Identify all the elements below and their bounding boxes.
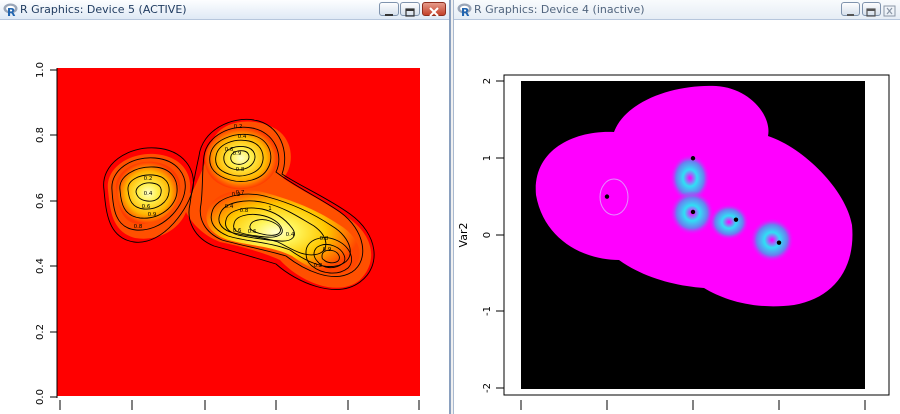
graphics-window-device-5[interactable]: R R Graphics: Device 5 (ACTIVE) 0.0 0.2 … — [0, 0, 451, 414]
contour-label: 0.9 — [148, 212, 157, 218]
r-logo-icon: R — [3, 3, 18, 17]
contour-label: 1 — [268, 206, 272, 212]
minimize-icon — [385, 14, 393, 16]
y-tick-label: 0.2 — [35, 324, 46, 340]
contour-label: 0.4 — [286, 232, 295, 238]
y-axis-label: Var2 — [457, 223, 470, 248]
contour-label: 0.6 — [248, 229, 257, 235]
contour-label: 0.8 — [134, 224, 143, 230]
contour-label: 0.2 — [314, 263, 323, 269]
y-tick-label: 0.8 — [35, 127, 46, 143]
y-tick-label: 1.0 — [35, 62, 46, 78]
minimize-button[interactable] — [379, 2, 399, 16]
y-tick-label: -1 — [482, 306, 493, 316]
contour-label: 0.8 — [320, 236, 329, 242]
y-tick-label: 0.0 — [35, 389, 46, 405]
maximize-button[interactable] — [400, 2, 420, 17]
data-point — [733, 217, 739, 222]
window-title: R Graphics: Device 4 (inactive) — [474, 3, 645, 16]
title-bar[interactable]: R R Graphics: Device 4 (inactive) — [454, 0, 900, 20]
close-icon — [429, 7, 439, 17]
data-point — [604, 194, 610, 199]
contour-label: 0.9 — [233, 151, 242, 157]
data-point — [690, 209, 696, 215]
data-point — [776, 240, 782, 245]
maximize-icon — [405, 8, 415, 17]
contour-plot: 0.0 0.2 0.4 0.6 0.8 1.0 0.2 0.4 0.6 0.8 … — [35, 62, 420, 410]
svg-text:R: R — [461, 6, 470, 17]
y-axis-ticks — [496, 80, 504, 389]
contour-label: 0.2 — [234, 124, 243, 130]
contour-label: 0.2 — [144, 176, 153, 182]
y-tick-label: 2 — [482, 78, 493, 84]
y-tick-label: 0.4 — [35, 258, 46, 274]
contour-label: 0.6 — [233, 228, 242, 234]
raster-plot: -2 -1 0 1 2 Var2 — [457, 74, 890, 410]
contour-label: 0.4 — [225, 204, 234, 210]
x-axis-ticks — [59, 400, 420, 410]
close-icon — [883, 5, 896, 17]
contour-label: 0.4 — [144, 191, 153, 197]
contour-label: 0.9 — [323, 247, 332, 253]
y-axis-ticks — [50, 69, 57, 398]
x-axis-ticks — [520, 400, 866, 410]
graphics-window-device-4[interactable]: R R Graphics: Device 4 (inactive) -2 -1 … — [453, 0, 900, 414]
contour-label: 0.7 — [236, 190, 245, 196]
title-bar[interactable]: R R Graphics: Device 5 (ACTIVE) — [0, 0, 449, 20]
svg-text:R: R — [7, 6, 16, 17]
contour-label: 0.8 — [236, 167, 245, 173]
contour-label: 0.6 — [142, 204, 151, 210]
minimize-icon — [847, 14, 854, 16]
maximize-button[interactable] — [862, 2, 881, 17]
y-tick-label: 0 — [482, 232, 493, 238]
maximize-icon — [866, 8, 876, 17]
close-button[interactable] — [422, 2, 446, 17]
contour-label: 0.8 — [240, 208, 249, 214]
r-logo-icon: R — [457, 3, 472, 17]
window-title: R Graphics: Device 5 (ACTIVE) — [20, 3, 187, 16]
close-button[interactable] — [882, 2, 900, 17]
minimize-button[interactable] — [841, 2, 860, 16]
contour-label: 0.4 — [238, 134, 247, 140]
y-tick-label: 1 — [482, 155, 493, 161]
data-point — [690, 156, 696, 161]
y-tick-label: -2 — [482, 383, 493, 393]
y-tick-label: 0.6 — [35, 193, 46, 209]
